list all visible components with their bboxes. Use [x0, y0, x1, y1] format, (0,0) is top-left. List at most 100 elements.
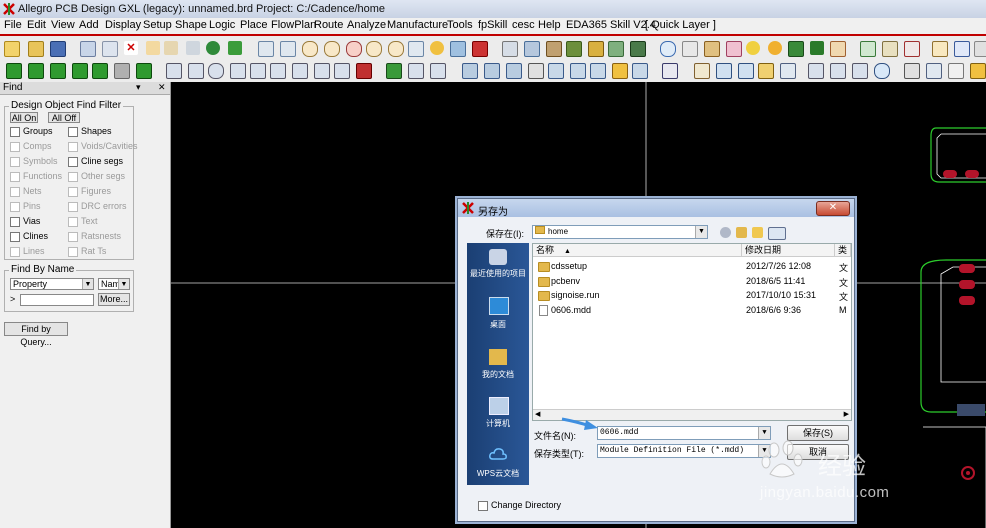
copy-icon[interactable] — [102, 41, 118, 57]
column-header-name[interactable]: 名称 ▲ — [533, 244, 742, 257]
polygon-icon[interactable] — [926, 63, 942, 79]
via-array-icon[interactable] — [632, 63, 648, 79]
delete-icon[interactable]: ✕ — [124, 41, 138, 55]
bars-icon[interactable] — [788, 41, 804, 57]
unlink-icon[interactable] — [904, 41, 920, 57]
open-icon[interactable] — [28, 41, 44, 57]
menu-edit[interactable]: Edit — [27, 19, 46, 31]
route-3-icon[interactable] — [506, 63, 522, 79]
tag-icon[interactable] — [830, 41, 846, 57]
bus-icon[interactable] — [570, 63, 586, 79]
redraw-icon[interactable] — [408, 41, 424, 57]
view-menu-icon[interactable] — [768, 227, 786, 240]
overflow-icon[interactable] — [974, 41, 986, 57]
place-computer[interactable]: 计算机 — [467, 418, 529, 429]
pencil-icon[interactable] — [726, 41, 742, 57]
pad-6-icon[interactable] — [334, 63, 350, 79]
menu-fpskill[interactable]: fpSkill — [478, 19, 507, 31]
zoom-in-icon[interactable] — [324, 41, 340, 57]
scroll-left-icon[interactable]: ◀ — [535, 410, 540, 418]
save-button[interactable]: 保存(S) — [787, 425, 849, 441]
property-icon[interactable] — [588, 41, 604, 57]
rect-icon[interactable] — [188, 63, 204, 79]
teardrop-icon[interactable] — [694, 63, 710, 79]
layer-green-3-icon[interactable] — [50, 63, 66, 79]
back-icon[interactable] — [720, 227, 731, 238]
find-by-name-input[interactable] — [20, 294, 94, 306]
sun-icon[interactable] — [746, 41, 760, 55]
layers-icon[interactable] — [524, 41, 540, 57]
shape-2-icon[interactable] — [738, 63, 754, 79]
menu-eda365-skill[interactable]: EDA365 Skill V2.4 — [566, 19, 656, 31]
place-documents[interactable]: 我的文档 — [467, 369, 529, 380]
shadow-icon[interactable] — [546, 41, 562, 57]
group-icon[interactable] — [808, 63, 824, 79]
dialog-close-button[interactable]: ✕ — [816, 201, 850, 216]
route-2-icon[interactable] — [484, 63, 500, 79]
fanout-2-icon[interactable] — [612, 63, 628, 79]
new-icon[interactable] — [4, 41, 20, 57]
highlight-icon[interactable] — [768, 41, 782, 55]
wand-icon[interactable] — [932, 41, 948, 57]
menu-manufacture[interactable]: Manufacture — [387, 19, 448, 31]
checkbox-vias[interactable] — [10, 217, 20, 227]
menu-help[interactable]: Help — [538, 19, 561, 31]
pad-2-icon[interactable] — [250, 63, 266, 79]
change-directory-checkbox[interactable] — [478, 501, 488, 511]
all-on-button[interactable]: All On — [10, 112, 38, 123]
up-folder-icon[interactable] — [736, 227, 747, 238]
menu-analyze[interactable]: Analyze — [347, 19, 386, 31]
all-off-button[interactable]: All Off — [48, 112, 80, 123]
zoom-fit-icon[interactable] — [280, 41, 296, 57]
chip-icon[interactable] — [630, 41, 646, 57]
net-icon[interactable] — [528, 63, 544, 79]
filetype-select[interactable]: Module Definition File (*.mdd) ▼ — [597, 444, 771, 458]
file-row[interactable]: cdssetup 2012/7/26 12:08 文 — [533, 259, 851, 273]
menu-cesc[interactable]: cesc — [512, 19, 535, 31]
align-left-icon[interactable] — [166, 63, 182, 79]
panel-pin-icon[interactable]: ▾ — [136, 82, 141, 93]
pan-icon[interactable] — [186, 41, 200, 55]
new-folder-icon[interactable] — [752, 227, 763, 238]
pad-icon[interactable] — [230, 63, 246, 79]
measure-icon[interactable] — [682, 41, 698, 57]
scissors-icon[interactable] — [780, 63, 796, 79]
route-icon[interactable] — [462, 63, 478, 79]
shape-3-icon[interactable] — [758, 63, 774, 79]
menu-flowplan[interactable]: FlowPlan — [271, 19, 316, 31]
menu-display[interactable]: Display — [105, 19, 141, 31]
distribute-icon[interactable] — [430, 63, 446, 79]
file-row[interactable]: signoise.run 2017/10/10 15:31 文 — [533, 288, 851, 302]
checkbox-clines[interactable] — [10, 232, 20, 242]
layer-green-6-icon[interactable] — [136, 63, 152, 79]
more-button[interactable]: More... — [98, 293, 130, 306]
layer-green-2-icon[interactable] — [28, 63, 44, 79]
info-icon[interactable] — [660, 41, 676, 57]
checkbox-groups[interactable] — [10, 127, 20, 137]
place-wps-cloud[interactable]: WPS云文档 — [467, 468, 529, 479]
column-header-modified[interactable]: 修改日期 — [742, 244, 835, 257]
component-red-icon[interactable] — [356, 63, 372, 79]
image-icon[interactable] — [830, 63, 846, 79]
place-desktop[interactable]: 桌面 — [467, 319, 529, 330]
layer-green-5-icon[interactable] — [92, 63, 108, 79]
find-by-field-select[interactable]: Name ▼ — [98, 278, 130, 290]
menu-add[interactable]: Add — [79, 19, 99, 31]
tree-icon[interactable] — [954, 41, 970, 57]
pad-4-icon[interactable] — [292, 63, 308, 79]
checkbox-cline-segs[interactable] — [68, 157, 78, 167]
pushpin-icon[interactable] — [228, 41, 242, 55]
report-icon[interactable] — [472, 41, 488, 57]
menu-place[interactable]: Place — [240, 19, 268, 31]
diff-pair-icon[interactable] — [548, 63, 564, 79]
fanout-icon[interactable] — [590, 63, 606, 79]
text-icon[interactable] — [948, 63, 964, 79]
menu-file[interactable]: File — [4, 19, 22, 31]
3d-view-icon[interactable] — [450, 41, 466, 57]
layer-green-4-icon[interactable] — [72, 63, 88, 79]
column-header-type[interactable]: 类 — [835, 244, 851, 257]
pad-5-icon[interactable] — [314, 63, 330, 79]
move-icon[interactable] — [80, 41, 96, 57]
scroll-right-icon[interactable]: ▶ — [844, 410, 849, 418]
filename-input[interactable]: 0606.mdd ▼ — [597, 426, 771, 440]
